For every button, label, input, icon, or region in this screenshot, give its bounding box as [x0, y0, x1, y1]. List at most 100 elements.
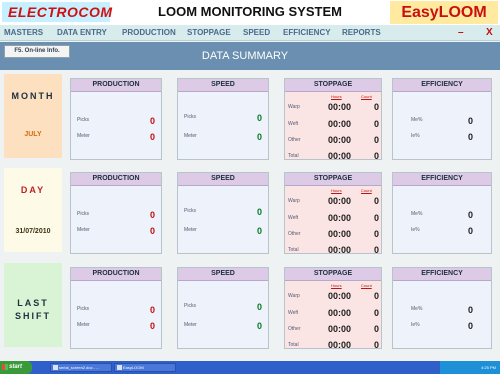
- other-hours-value: 00:00: [327, 229, 351, 239]
- total-hours-value: 00:00: [327, 340, 351, 350]
- production-panel: PRODUCTION Picks 0 Meter 0: [70, 78, 162, 160]
- hours-header: Hours: [331, 188, 342, 193]
- menu-data-entry[interactable]: DATA ENTRY: [57, 25, 107, 41]
- efficiency-ie-value: 0: [467, 321, 473, 331]
- speed-meter-value: 0: [256, 226, 262, 236]
- weft-count-value: 0: [373, 308, 379, 318]
- efficiency-me-value: 0: [467, 210, 473, 220]
- weft-hours-value: 00:00: [327, 119, 351, 129]
- warp-count-value: 0: [373, 196, 379, 206]
- menu-bar: MASTERS DATA ENTRY PRODUCTION STOPPAGE S…: [0, 25, 500, 41]
- speed-panel: SPEED Picks 0 Meter 0: [177, 267, 269, 349]
- speed-panel: SPEED Picks 0 Meter 0: [177, 172, 269, 254]
- count-header: Count: [361, 283, 372, 288]
- meter-label: Meter: [77, 133, 90, 139]
- meter-label: Meter: [77, 322, 90, 328]
- meter-label: Meter: [184, 227, 197, 233]
- count-header: Count: [361, 188, 372, 193]
- panel-title: STOPPAGE: [285, 79, 381, 92]
- period-name: LAST: [17, 298, 49, 308]
- production-meter-value: 0: [149, 226, 155, 236]
- production-picks-value: 0: [149, 210, 155, 220]
- start-label: start: [9, 364, 23, 370]
- panel-title: SPEED: [178, 79, 268, 92]
- panel-title: SPEED: [178, 268, 268, 281]
- picks-label: Picks: [184, 208, 196, 214]
- total-count-value: 0: [373, 151, 379, 161]
- close-button[interactable]: X: [486, 25, 493, 41]
- warp-count-value: 0: [373, 291, 379, 301]
- warp-label: Warp: [288, 104, 300, 110]
- warp-label: Warp: [288, 198, 300, 204]
- online-info-button[interactable]: F5. On-line Info.: [4, 45, 70, 58]
- me-label: Me%: [411, 211, 423, 217]
- total-hours-value: 00:00: [327, 151, 351, 161]
- period-name: DAY: [20, 185, 46, 195]
- picks-label: Picks: [184, 114, 196, 120]
- weft-hours-value: 00:00: [327, 213, 351, 223]
- panel-title: PRODUCTION: [71, 79, 161, 92]
- period-cell: MONTH JULY: [4, 74, 62, 158]
- taskbar-item-document[interactable]: serial_screen2.doc - ...: [50, 363, 112, 372]
- weft-label: Weft: [288, 121, 299, 127]
- speed-picks-value: 0: [256, 207, 262, 217]
- speed-picks-value: 0: [256, 302, 262, 312]
- panel-title: STOPPAGE: [285, 173, 381, 186]
- document-icon: [53, 365, 58, 370]
- panel-title: STOPPAGE: [285, 268, 381, 281]
- warp-label: Warp: [288, 293, 300, 299]
- other-hours-value: 00:00: [327, 135, 351, 145]
- summary-row-last-shift: LAST SHIFT PRODUCTION Picks 0 Meter 0 SP…: [0, 261, 500, 351]
- other-label: Other: [288, 326, 301, 332]
- taskbar-item-easyloom[interactable]: EasyLOOM: [114, 363, 176, 372]
- warp-count-value: 0: [373, 102, 379, 112]
- warp-hours-value: 00:00: [327, 291, 351, 301]
- summary-row-day: DAY 31/07/2010 PRODUCTION Picks 0 Meter …: [0, 166, 500, 256]
- start-button[interactable]: start: [0, 361, 32, 374]
- production-meter-value: 0: [149, 321, 155, 331]
- other-label: Other: [288, 231, 301, 237]
- menu-reports[interactable]: REPORTS: [342, 25, 381, 41]
- menu-stoppage[interactable]: STOPPAGE: [187, 25, 231, 41]
- title-bar: ELECTROCOM LOOM MONITORING SYSTEM EasyLO…: [0, 0, 500, 25]
- stoppage-panel: STOPPAGE Hours Count Warp 00:00 0 Weft 0…: [284, 172, 382, 255]
- menu-masters[interactable]: MASTERS: [4, 25, 43, 41]
- total-label: Total: [288, 153, 299, 159]
- hours-header: Hours: [331, 94, 342, 99]
- production-picks-value: 0: [149, 116, 155, 126]
- production-panel: PRODUCTION Picks 0 Meter 0: [70, 267, 162, 349]
- production-picks-value: 0: [149, 305, 155, 315]
- weft-hours-value: 00:00: [327, 308, 351, 318]
- total-count-value: 0: [373, 245, 379, 255]
- menu-efficiency[interactable]: EFFICIENCY: [283, 25, 331, 41]
- meter-label: Meter: [77, 227, 90, 233]
- efficiency-ie-value: 0: [467, 226, 473, 236]
- production-meter-value: 0: [149, 132, 155, 142]
- other-label: Other: [288, 137, 301, 143]
- page-title: DATA SUMMARY: [201, 50, 289, 62]
- menu-production[interactable]: PRODUCTION: [122, 25, 176, 41]
- other-count-value: 0: [373, 324, 379, 334]
- windows-logo-icon: [2, 364, 8, 370]
- picks-label: Picks: [77, 117, 89, 123]
- stoppage-panel: STOPPAGE Hours Count Warp 00:00 0 Weft 0…: [284, 267, 382, 350]
- total-label: Total: [288, 342, 299, 348]
- other-hours-value: 00:00: [327, 324, 351, 334]
- total-label: Total: [288, 247, 299, 253]
- minimize-button[interactable]: –: [458, 25, 464, 41]
- panel-title: PRODUCTION: [71, 268, 161, 281]
- period-name-line2: SHIFT: [15, 311, 51, 321]
- production-panel: PRODUCTION Picks 0 Meter 0: [70, 172, 162, 254]
- picks-label: Picks: [77, 211, 89, 217]
- total-count-value: 0: [373, 340, 379, 350]
- weft-label: Weft: [288, 310, 299, 316]
- efficiency-panel: EFFICIENCY Me% 0 Ie% 0: [392, 172, 492, 254]
- brand-logo: ELECTROCOM: [2, 2, 112, 22]
- meter-label: Meter: [184, 322, 197, 328]
- count-header: Count: [361, 94, 372, 99]
- weft-label: Weft: [288, 215, 299, 221]
- efficiency-panel: EFFICIENCY Me% 0 Ie% 0: [392, 78, 492, 160]
- menu-speed[interactable]: SPEED: [243, 25, 270, 41]
- speed-picks-value: 0: [256, 113, 262, 123]
- panel-title: SPEED: [178, 173, 268, 186]
